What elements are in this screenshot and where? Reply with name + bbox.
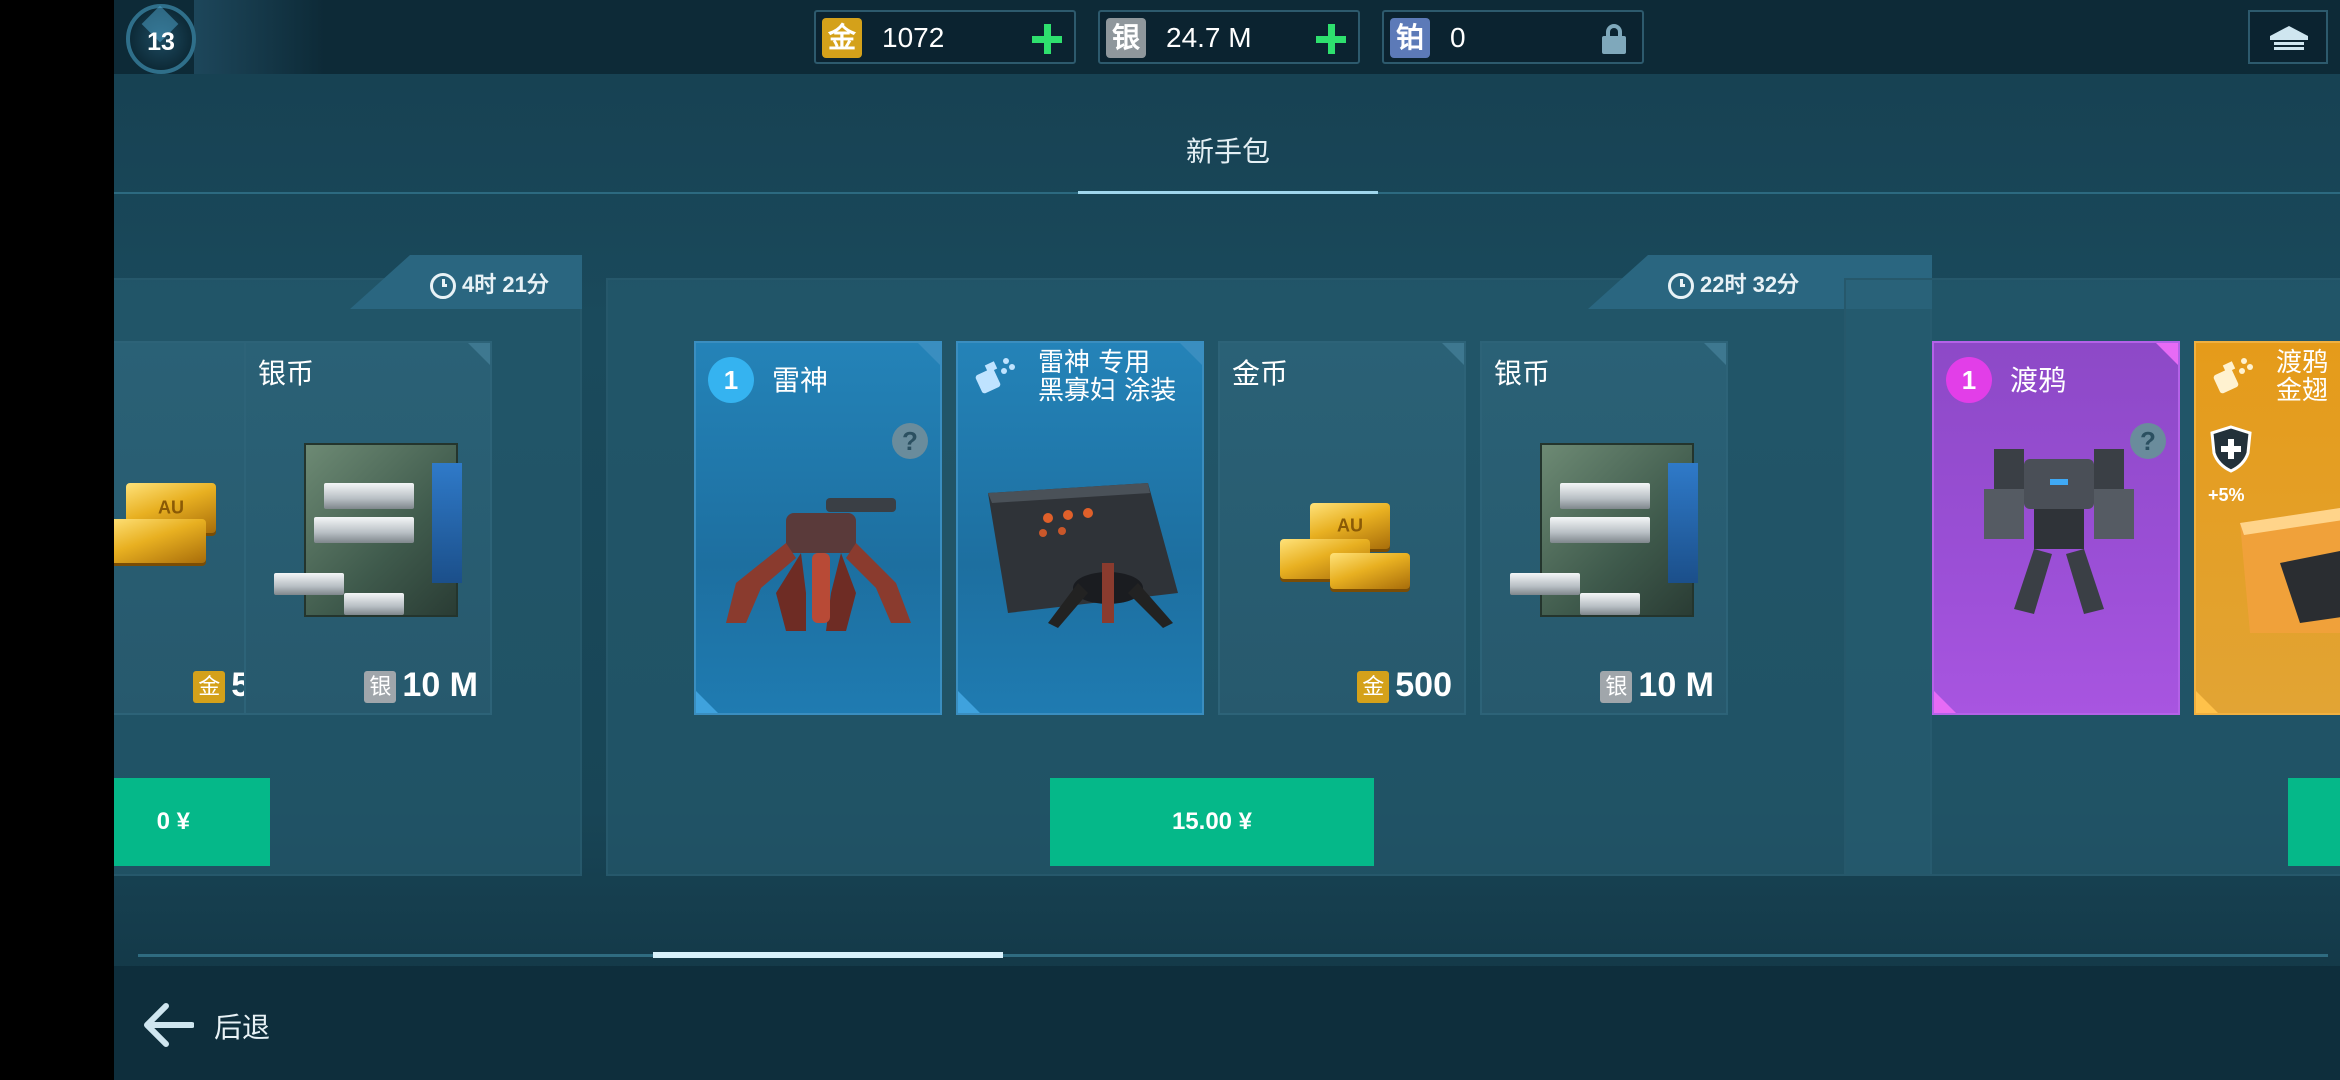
- rank-badge: 1: [708, 357, 754, 403]
- buy-button[interactable]: [2288, 778, 2340, 866]
- silver-currency: 银 24.7 M: [1098, 10, 1360, 64]
- offer-timer: 22时 32分: [1668, 267, 1799, 300]
- card-title: 金币: [1232, 357, 1289, 390]
- card-title: 渡鸦 金翅: [2276, 348, 2329, 406]
- lock-icon: [1600, 24, 1628, 54]
- card-title: 银币: [1494, 357, 1551, 390]
- offer-card-silver[interactable]: 银币 银 10 M: [1480, 341, 1728, 715]
- platinum-icon: 铂: [1390, 18, 1430, 58]
- platinum-value: 0: [1450, 22, 1466, 53]
- silver-mini-icon: 银: [364, 671, 397, 704]
- card-amount: 银 10 M: [1600, 666, 1714, 705]
- offer-card-robot-thor[interactable]: 1 雷神 ?: [694, 341, 942, 715]
- offer-card-skin[interactable]: 渡鸦 金翅 +5%: [2194, 341, 2340, 715]
- platinum-currency: 铂 0: [1382, 10, 1644, 64]
- silver-mini-icon: 银: [1600, 671, 1633, 704]
- silver-value: 24.7 M: [1166, 22, 1252, 53]
- card-title: 雷神: [772, 364, 829, 397]
- add-gold-button[interactable]: [1030, 22, 1064, 56]
- buy-button[interactable]: 15.00 ¥: [1050, 778, 1374, 866]
- silver-icon: 银: [1106, 18, 1146, 58]
- skin-swatch-image: [2240, 508, 2340, 633]
- rank-badge: 1: [1946, 357, 1992, 403]
- offer-card-gold[interactable]: 金币 AU 金 500: [1218, 341, 1466, 715]
- gold-value: 1072: [882, 22, 945, 53]
- gold-bars-image: AU: [114, 463, 256, 573]
- tab-active-indicator: [1078, 191, 1378, 194]
- silver-crate-image: [264, 433, 474, 633]
- shield-icon: [2210, 425, 2252, 473]
- tab-starter-pack[interactable]: 新手包: [1078, 130, 1378, 170]
- scrollbar-thumb[interactable]: [653, 952, 1004, 958]
- bottom-bar: [114, 966, 2340, 1080]
- top-bar: 13 金 1072 银 24.7 M 铂 0: [114, 0, 2340, 74]
- offer-card-skin[interactable]: 雷神 专用 黑寡妇 涂装: [956, 341, 1204, 715]
- card-title: 渡鸦: [2010, 364, 2067, 397]
- gold-currency: 金 1072: [814, 10, 1076, 64]
- hangar-icon: [2270, 26, 2308, 50]
- add-silver-button[interactable]: [1314, 22, 1348, 56]
- clock-icon: [430, 273, 456, 300]
- game-screen: 13 金 1072 银 24.7 M 铂 0 新手包 4时 21分 AU 金 银…: [114, 0, 2340, 1080]
- paint-spray-icon: [2213, 358, 2253, 394]
- clock-icon: [1668, 273, 1694, 300]
- help-icon[interactable]: ?: [892, 423, 928, 459]
- horizontal-scrollbar[interactable]: [138, 954, 2328, 957]
- paint-spray-icon: [975, 358, 1015, 394]
- robot-thor-image: [726, 498, 911, 631]
- card-amount: 金500: [1357, 666, 1452, 705]
- card-title: 雷神 专用 黑寡妇 涂装: [1038, 348, 1177, 406]
- card-title: 银币: [258, 357, 315, 390]
- player-level: 13: [147, 28, 175, 56]
- skin-swatch-image: [988, 483, 1178, 628]
- player-level-badge[interactable]: 13: [126, 4, 196, 74]
- level-glow: [194, 0, 324, 74]
- hangar-button[interactable]: [2248, 10, 2328, 64]
- gold-bars-image: AU: [1270, 493, 1420, 603]
- card-amount: 银 10 M: [364, 666, 478, 705]
- offer-timer: 4时 21分: [430, 267, 549, 300]
- offer-card-robot-raven[interactable]: 1 渡鸦 ?: [1932, 341, 2180, 715]
- silver-crate-image: [1500, 433, 1710, 633]
- robot-raven-image: [1984, 449, 2134, 614]
- buy-button[interactable]: 0 ¥: [114, 778, 270, 866]
- offer-card-silver[interactable]: 银币 银 10 M: [244, 341, 492, 715]
- gold-icon: 金: [822, 18, 862, 58]
- gold-mini-icon: 金: [1357, 671, 1390, 704]
- offer-timer-tab: 4时 21分: [350, 255, 582, 309]
- gold-mini-icon: 金: [193, 671, 226, 704]
- back-button[interactable]: 后退: [214, 1006, 270, 1046]
- back-arrow-icon[interactable]: [142, 1002, 194, 1048]
